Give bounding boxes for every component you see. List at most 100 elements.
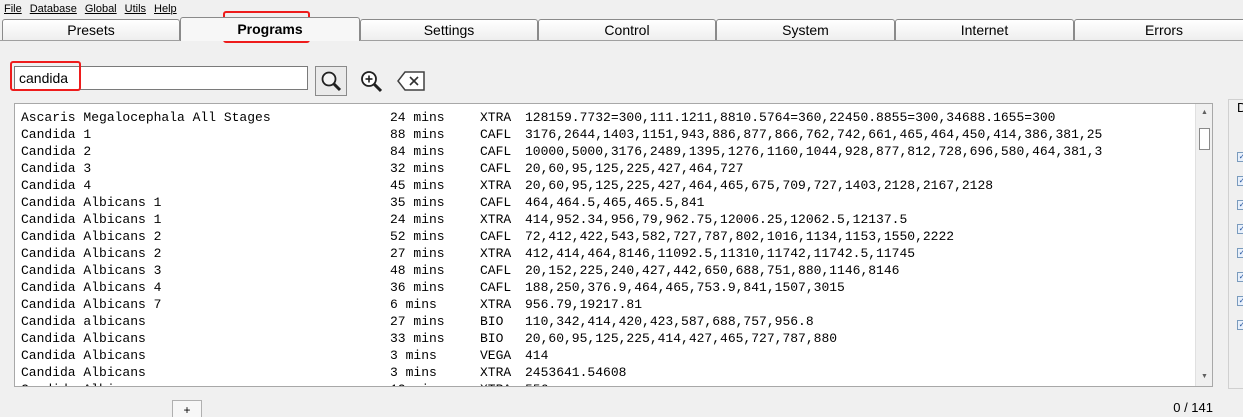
tab-presets[interactable]: Presets	[2, 19, 180, 40]
program-duration: 32 mins	[390, 161, 445, 176]
program-frequencies: 20,60,95,125,225,427,464,465,675,709,727…	[525, 178, 994, 193]
tab-system[interactable]: System	[716, 19, 895, 40]
program-duration: 24 mins	[390, 212, 445, 227]
program-duration: 24 mins	[390, 110, 445, 125]
program-name: Candida Albicans 1	[21, 212, 162, 227]
program-type: XTRA	[480, 365, 512, 380]
vertical-scrollbar[interactable]: ▲ ▼	[1195, 104, 1212, 386]
checkbox-8[interactable]: ✓	[1237, 320, 1243, 330]
program-name: Candida Albicans	[21, 348, 146, 363]
tab-control[interactable]: Control	[538, 19, 716, 40]
tab-settings[interactable]: Settings	[360, 19, 538, 40]
program-duration: 3 mins	[390, 365, 437, 380]
program-type: XTRA	[480, 297, 512, 312]
program-frequencies: 20,152,225,240,427,442,650,688,751,880,1…	[525, 263, 900, 278]
program-type: XTRA	[480, 381, 511, 386]
search-button[interactable]	[315, 66, 347, 96]
checkbox-4[interactable]: ✓	[1237, 224, 1243, 234]
program-frequencies: 414,952.34,956,79,962.75,12006.25,12062.…	[525, 212, 908, 227]
menu-global[interactable]: Global	[85, 1, 117, 17]
program-frequencies: 110,342,414,420,423,587,688,757,956.8	[525, 314, 814, 329]
menu-bar: File Database Global Utils Help	[0, 0, 1243, 18]
program-duration: 27 mins	[390, 246, 445, 261]
checkbox-3[interactable]: ✓	[1237, 200, 1243, 210]
checkbox-7[interactable]: ✓	[1237, 296, 1243, 306]
backspace-clear-icon	[397, 71, 425, 91]
program-type: CAFL	[480, 280, 512, 295]
panel-label: D	[1237, 100, 1243, 115]
program-type: XTRA	[480, 178, 512, 193]
program-frequencies: 20,60,95,125,225,427,464,727	[525, 161, 744, 176]
program-frequencies: 20,60,95,125,225,414,427,465,727,787,880	[525, 331, 838, 346]
right-panel: D ✓ ✓ ✓ ✓ ✓ ✓ ✓ ✓	[1228, 99, 1243, 389]
add-button[interactable]: +	[172, 400, 202, 417]
program-duration: 35 mins	[390, 195, 445, 210]
result-counter: 0 / 141	[1173, 400, 1213, 415]
program-frequencies: 464,464.5,465,465.5,841	[525, 195, 705, 210]
program-type: VEGA	[480, 348, 512, 363]
checkbox-6[interactable]: ✓	[1237, 272, 1243, 282]
program-duration: 6 mins	[390, 297, 437, 312]
search-icon	[321, 71, 342, 92]
menu-help[interactable]: Help	[154, 1, 177, 17]
program-name: Candida 2	[21, 144, 92, 159]
program-duration: 84 mins	[390, 144, 445, 159]
program-name: Candida Albicans 4	[21, 280, 162, 295]
program-frequencies: 414	[525, 348, 549, 363]
program-duration: 45 mins	[390, 178, 445, 193]
program-duration: 27 mins	[390, 314, 445, 329]
checkbox-2[interactable]: ✓	[1237, 176, 1243, 186]
program-type: XTRA	[480, 110, 512, 125]
zoom-button[interactable]	[355, 66, 387, 96]
program-frequencies: 2453641.54608	[525, 365, 627, 380]
program-list[interactable]: Ascaris Megalocephala All Stages 24 mins X…	[14, 103, 1213, 387]
program-type: CAFL	[480, 144, 512, 159]
program-name: Candida Albicans 7	[21, 297, 162, 312]
program-type: CAFL	[480, 229, 512, 244]
program-frequencies: 72,412,422,543,582,727,787,802,1016,1134…	[525, 229, 955, 244]
program-frequencies: 128159.7732=300,111.1211,8810.5764=360,2…	[525, 110, 1056, 125]
program-name: Candida 1	[21, 127, 92, 142]
program-frequencies: 956.79,19217.81	[525, 297, 643, 312]
program-name: Candida Albicans	[21, 365, 146, 380]
program-name: Candida Albicans 1	[21, 195, 162, 210]
program-frequencies: 3176,2644,1403,1151,943,886,877,866,762,…	[525, 127, 1103, 142]
program-duration: 88 mins	[390, 127, 445, 142]
program-duration: 3 mins	[390, 348, 437, 363]
program-frequencies: 412,414,464,8146,11092.5,11310,11742,117…	[525, 246, 916, 261]
program-name: Candida Albicans 3	[21, 263, 162, 278]
checkbox-1[interactable]: ✓	[1237, 152, 1243, 162]
checkbox-5[interactable]: ✓	[1237, 248, 1243, 258]
tab-internet[interactable]: Internet	[895, 19, 1074, 40]
program-name: Candida Albicans 2	[21, 246, 162, 261]
menu-utils[interactable]: Utils	[125, 1, 146, 17]
tab-errors[interactable]: Errors	[1074, 19, 1243, 40]
tab-bar: Presets Programs Settings Control System…	[0, 17, 1243, 41]
clear-button[interactable]	[396, 66, 428, 96]
program-name: Candida Albicans 2	[21, 229, 162, 244]
program-frequencies: 10000,5000,3176,2489,1395,1276,1160,1044…	[525, 144, 1103, 159]
menu-file[interactable]: File	[4, 1, 22, 17]
program-name: Candida 3	[21, 161, 92, 176]
tab-programs[interactable]: Programs	[180, 17, 360, 41]
scroll-thumb[interactable]	[1199, 128, 1210, 150]
scroll-up-arrow-icon[interactable]: ▲	[1196, 106, 1212, 120]
program-type: CAFL	[480, 263, 512, 278]
search-input[interactable]	[14, 66, 308, 90]
scroll-down-arrow-icon[interactable]: ▼	[1196, 370, 1212, 384]
program-name: Candida Albicans	[21, 331, 146, 346]
program-type: XTRA	[480, 212, 512, 227]
program-name: Candida 4	[21, 178, 92, 193]
menu-database[interactable]: Database	[30, 1, 77, 17]
program-frequencies: 188,250,376.9,464,465,753.9,841,1507,301…	[525, 280, 845, 295]
program-type: BIO	[480, 331, 504, 346]
program-duration: 33 mins	[390, 331, 445, 346]
program-type: BIO	[480, 314, 504, 329]
program-duration: 36 mins	[390, 280, 445, 295]
program-type: CAFL	[480, 161, 512, 176]
program-type: XTRA	[480, 246, 512, 261]
program-duration: 48 mins	[390, 263, 445, 278]
program-duration: 12 mins	[390, 381, 445, 386]
program-type: CAFL	[480, 195, 512, 210]
program-name: Candida Albicans	[21, 381, 146, 386]
